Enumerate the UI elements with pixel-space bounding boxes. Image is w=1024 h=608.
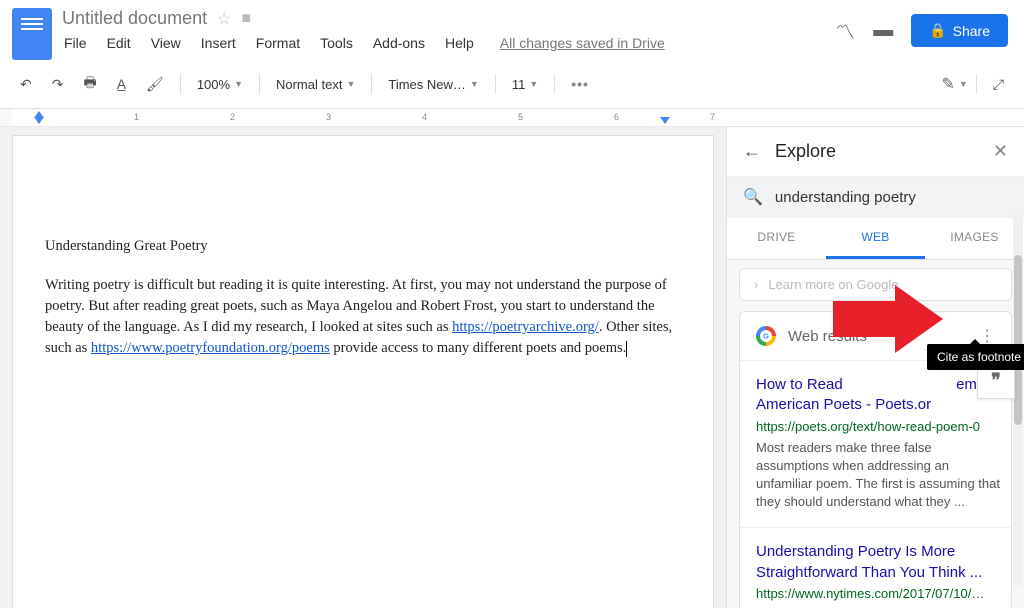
separator (180, 74, 181, 94)
title-row: Untitled document ☆ ■ (62, 8, 835, 29)
share-label: Share (953, 23, 990, 39)
ruler-tick: 1 (134, 112, 139, 122)
doc-paragraph[interactable]: Writing poetry is difficult but reading … (45, 275, 681, 359)
document-canvas[interactable]: Understanding Great Poetry Writing poetr… (0, 127, 726, 608)
menu-view[interactable]: View (149, 31, 183, 55)
zoom-value: 100% (197, 77, 230, 92)
chevron-down-icon: ▼ (346, 79, 355, 89)
menu-addons[interactable]: Add-ons (371, 31, 427, 55)
menu-help[interactable]: Help (443, 31, 476, 55)
chevron-down-icon[interactable]: ▼ (959, 79, 968, 89)
separator (495, 74, 496, 94)
separator (976, 74, 977, 94)
folder-icon[interactable]: ■ (241, 10, 251, 28)
menu-insert[interactable]: Insert (199, 31, 238, 55)
spellcheck-button[interactable]: A̲ (109, 70, 134, 98)
explore-search-bar[interactable]: 🔍 understanding poetry (727, 176, 1024, 218)
save-status[interactable]: All changes saved in Drive (500, 35, 665, 51)
scrollbar-track[interactable] (1013, 215, 1023, 585)
ruler-tick: 7 (710, 112, 715, 122)
toolbar-right: ✎ ▼ ⤢ (941, 70, 1012, 99)
search-result: Understanding Poetry Is More Straightfor… (740, 528, 1011, 608)
undo-button[interactable]: ↶ (12, 70, 40, 99)
more-toolbar-button[interactable]: ••• (563, 70, 597, 98)
share-button[interactable]: 🔒 Share (911, 14, 1008, 47)
chevron-down-icon: ▼ (529, 79, 538, 89)
right-indent-marker[interactable] (660, 117, 670, 124)
document-page[interactable]: Understanding Great Poetry Writing poetr… (12, 135, 714, 608)
separator (371, 74, 372, 94)
more-menu-icon[interactable]: ⋮ (979, 326, 995, 346)
redo-button[interactable]: ↷ (44, 70, 72, 99)
toolbar: ↶ ↷ 🖶 A̲ 🖌 100% ▼ Normal text ▼ Times Ne… (0, 60, 1024, 109)
lock-icon: 🔒 (929, 22, 946, 39)
link-poetryarchive[interactable]: https://poetryarchive.org/ (452, 319, 599, 335)
search-result: ❞ How to Read xxxxxxxxxxxxxx emy America… (740, 361, 1011, 528)
close-icon[interactable]: ✕ (993, 141, 1008, 162)
tooltip-text: Cite as footnote (937, 350, 1021, 364)
search-query-text: understanding poetry (775, 189, 916, 206)
main-area: Understanding Great Poetry Writing poetr… (0, 127, 1024, 608)
font-value: Times New… (388, 77, 466, 92)
first-line-indent-marker[interactable] (34, 117, 44, 124)
chevron-down-icon: ▼ (234, 79, 243, 89)
learn-more-text: Learn more on Google (768, 277, 898, 292)
document-title[interactable]: Untitled document (62, 8, 207, 29)
menu-format[interactable]: Format (254, 31, 302, 55)
style-value: Normal text (276, 77, 342, 92)
paragraph-text: provide access to many different poets a… (330, 340, 627, 356)
menu-edit[interactable]: Edit (105, 31, 133, 55)
font-dropdown[interactable]: Times New… ▼ (380, 71, 486, 98)
ruler-tick: 6 (614, 112, 619, 122)
docs-logo-icon[interactable] (12, 8, 52, 60)
ruler[interactable]: 1 2 3 4 5 6 7 (0, 109, 1024, 127)
star-icon[interactable]: ☆ (217, 9, 231, 29)
ruler-tick: 5 (518, 112, 523, 122)
header-right: 〽 ▬ 🔒 Share (835, 14, 1008, 47)
result-title-part: How to Read (756, 376, 843, 393)
tab-drive[interactable]: DRIVE (727, 218, 826, 259)
zoom-dropdown[interactable]: 100% ▼ (189, 71, 251, 98)
print-button[interactable]: 🖶 (75, 66, 104, 102)
style-dropdown[interactable]: Normal text ▼ (268, 71, 363, 98)
pencil-icon[interactable]: ✎ (941, 74, 954, 94)
explore-header: ← Explore ✕ (727, 127, 1024, 176)
ruler-tick: 4 (422, 112, 427, 122)
expand-button[interactable]: ⤢ (985, 70, 1012, 99)
google-logo-icon (756, 326, 776, 346)
paint-format-button[interactable]: 🖌 (138, 70, 172, 99)
text-cursor (626, 341, 627, 357)
tab-images[interactable]: IMAGES (925, 218, 1024, 259)
ruler-tick: 3 (326, 112, 331, 122)
back-arrow-icon[interactable]: ← (743, 141, 761, 162)
learn-more-card[interactable]: ›Learn more on Google (739, 268, 1012, 301)
ruler-tick: 2 (230, 112, 235, 122)
separator (554, 74, 555, 94)
app-header: Untitled document ☆ ■ File Edit View Ins… (0, 0, 1024, 60)
explore-tabs: DRIVE WEB IMAGES (727, 218, 1024, 260)
chevron-down-icon: ▼ (470, 79, 479, 89)
menu-tools[interactable]: Tools (318, 31, 355, 55)
header-left: Untitled document ☆ ■ File Edit View Ins… (62, 8, 835, 55)
result-title-link[interactable]: Understanding Poetry Is More Straightfor… (756, 542, 995, 583)
activity-icon[interactable]: 〽 (835, 16, 855, 45)
search-icon: 🔍 (743, 187, 763, 207)
doc-heading[interactable]: Understanding Great Poetry (45, 236, 681, 257)
menubar: File Edit View Insert Format Tools Add-o… (62, 31, 835, 55)
comments-icon[interactable]: ▬ (873, 19, 893, 42)
scrollbar-thumb[interactable] (1014, 255, 1022, 425)
separator (259, 74, 260, 94)
fontsize-dropdown[interactable]: 11 ▼ (504, 71, 546, 98)
menu-file[interactable]: File (62, 31, 89, 55)
result-url: https://poets.org/text/how-read-poem-0 (756, 419, 1005, 434)
explore-title: Explore (775, 141, 979, 162)
result-snippet: Most readers make three false assumption… (756, 439, 1005, 512)
result-title-link[interactable]: How to Read xxxxxxxxxxxxxx emy American … (756, 375, 1005, 416)
link-poetryfoundation[interactable]: https://www.poetryfoundation.org/poems (91, 340, 330, 356)
result-url: https://www.nytimes.com/2017/07/10/… (756, 586, 995, 601)
tab-web[interactable]: WEB (826, 218, 925, 259)
fontsize-value: 11 (512, 77, 526, 92)
